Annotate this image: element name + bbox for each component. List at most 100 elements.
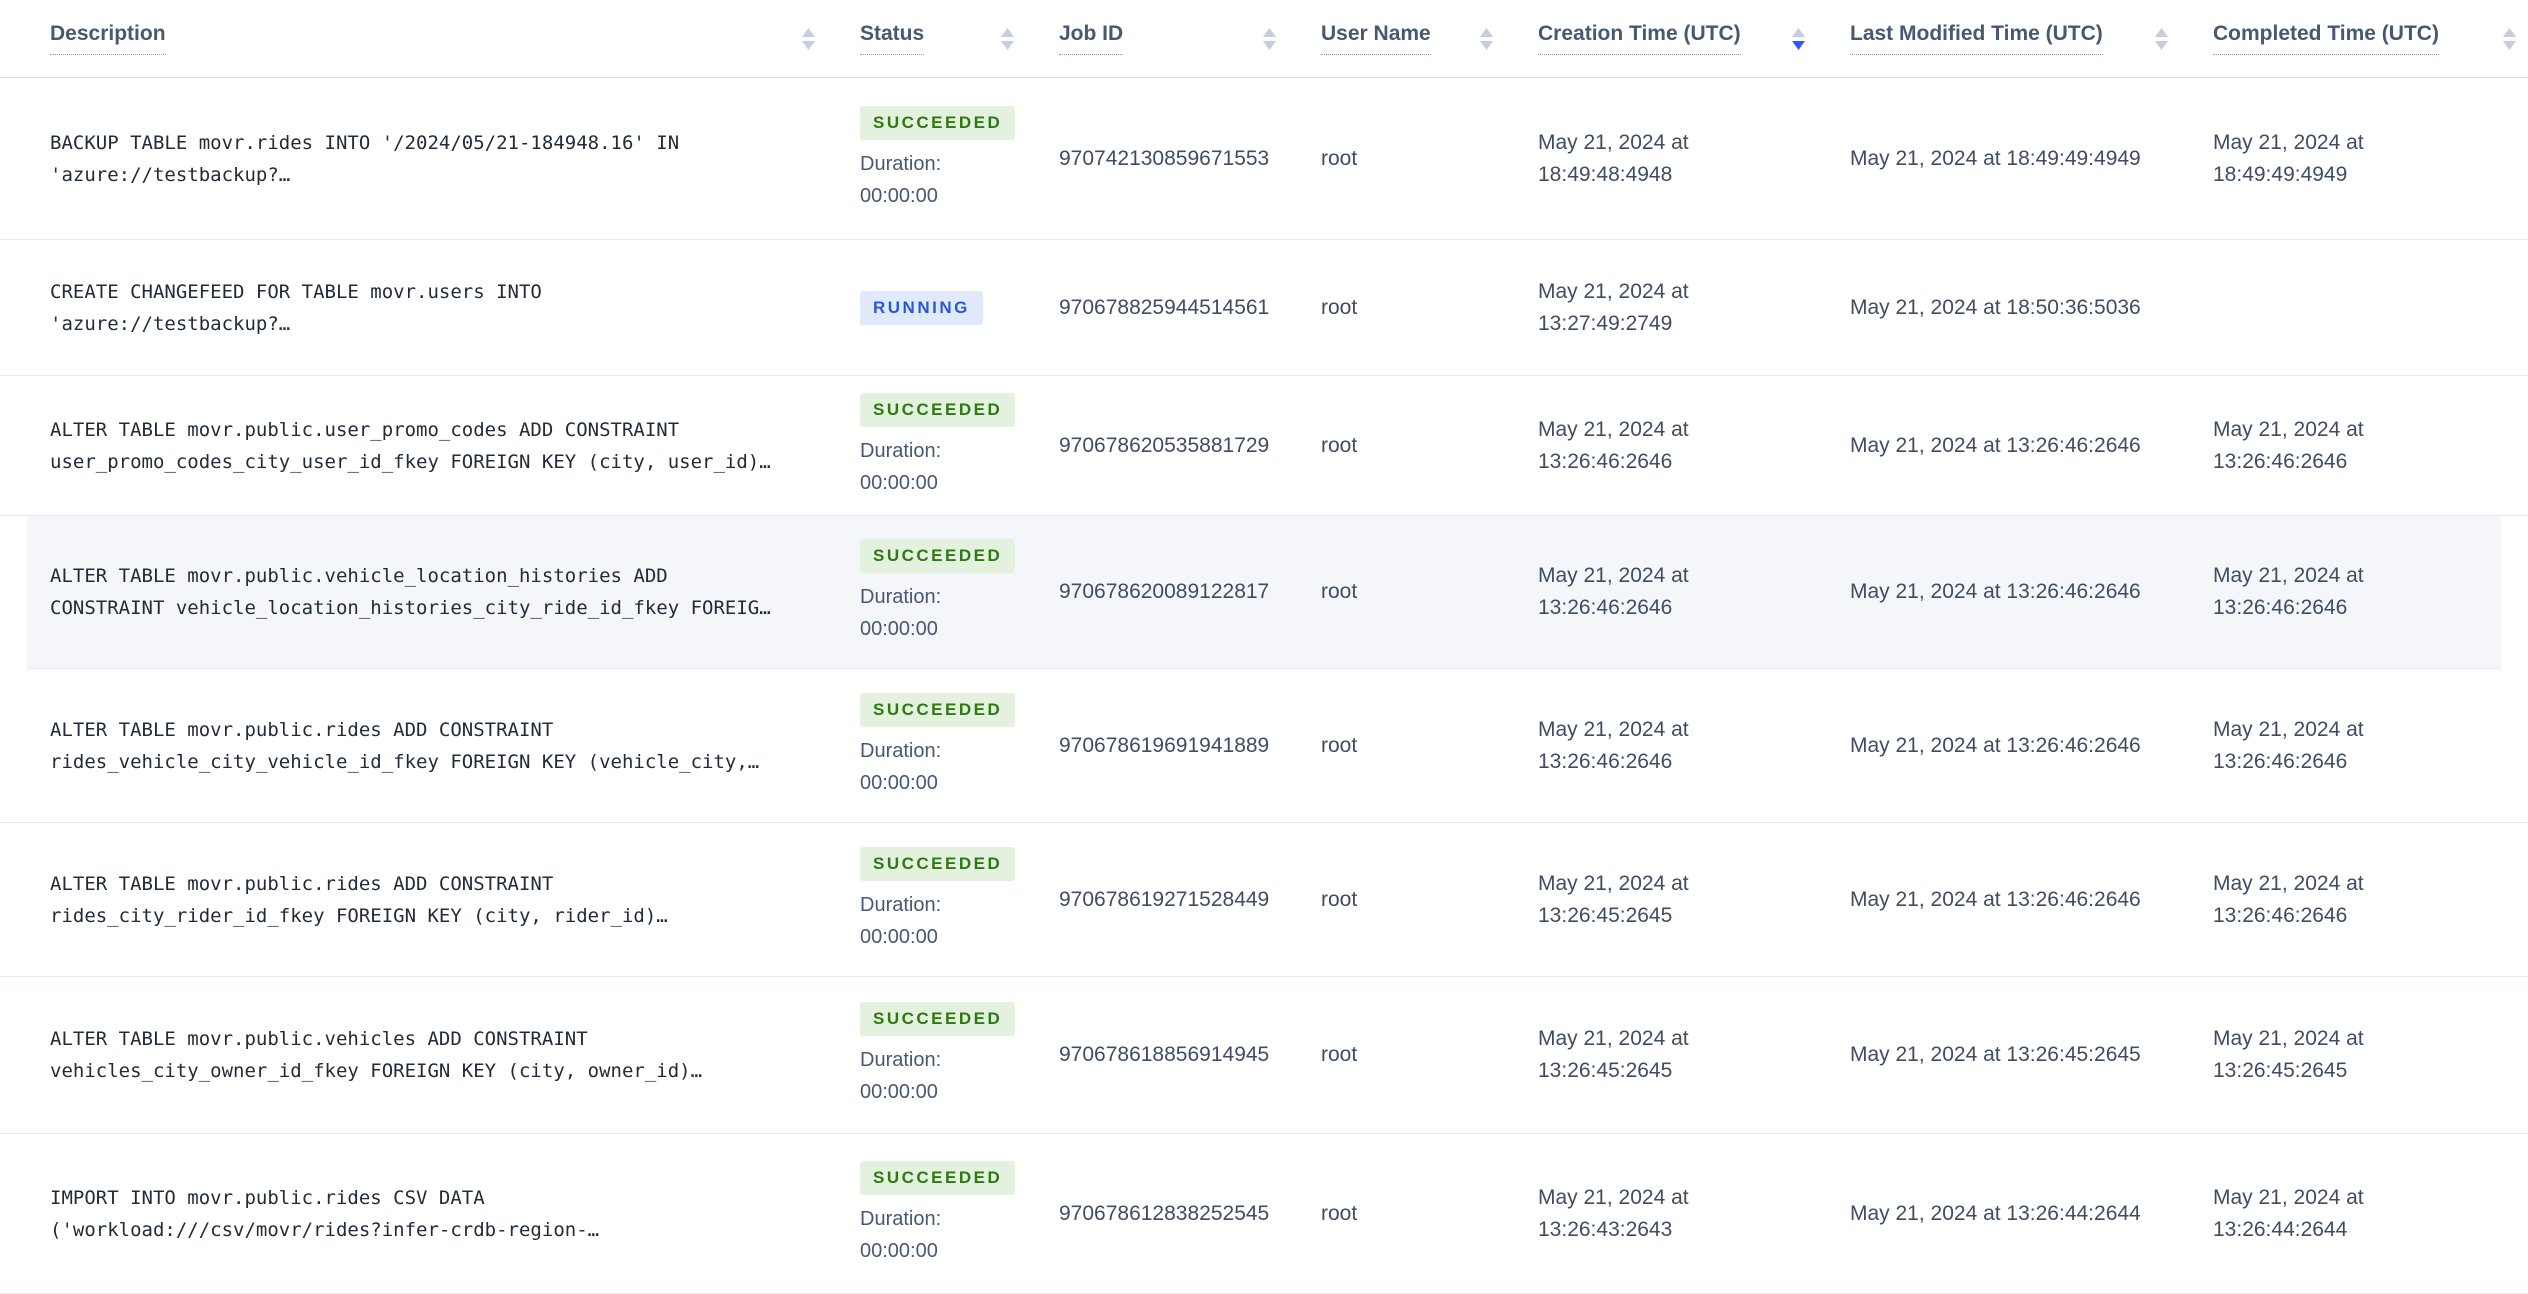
job-id: 970678619691941889 bbox=[1059, 733, 1270, 757]
duration-label: Duration: bbox=[860, 439, 942, 462]
user-name: root bbox=[1321, 1201, 1358, 1225]
column-header-jobid[interactable]: Job ID bbox=[1059, 0, 1321, 77]
creation-time-cell: May 21, 2024 at 13:26:45:2645 bbox=[1538, 1023, 1850, 1087]
job-description-line: ALTER TABLE movr.public.rides ADD CONSTR… bbox=[50, 718, 554, 741]
job-description-line: 'azure://testbackup?… bbox=[50, 163, 291, 186]
job-status-cell: SUCCEEDED Duration: 00:00:00 bbox=[860, 1160, 1059, 1267]
last-modified-time: May 21, 2024 at 13:26:44:2644 bbox=[1850, 1201, 2141, 1225]
completed-time-cell: May 21, 2024 at 13:26:46:2646 bbox=[2213, 868, 2528, 932]
job-status-cell: SUCCEEDED Duration: 00:00:00 bbox=[860, 539, 1059, 645]
creation-time-cell: May 21, 2024 at 13:26:46:2646 bbox=[1538, 560, 1850, 624]
user-name-cell: root bbox=[1321, 1198, 1538, 1230]
job-id-cell: 970678620089122817 bbox=[1059, 576, 1321, 608]
completed-time-cell: May 21, 2024 at 13:26:46:2646 bbox=[2213, 414, 2528, 478]
table-row: BACKUP TABLE movr.rides INTO '/2024/05/2… bbox=[0, 78, 2528, 240]
last-modified-time-cell: May 21, 2024 at 13:26:46:2646 bbox=[1850, 884, 2213, 916]
column-header-label: Creation Time (UTC) bbox=[1538, 22, 1741, 55]
status-badge: SUCCEEDED bbox=[860, 846, 1016, 881]
column-header-label: Description bbox=[50, 22, 166, 55]
column-header-label: Completed Time (UTC) bbox=[2213, 22, 2439, 55]
creation-time-cell: May 21, 2024 at 13:27:49:2749 bbox=[1538, 276, 1850, 340]
duration-label: Duration: bbox=[860, 1207, 942, 1230]
job-status-cell: SUCCEEDED Duration: 00:00:00 bbox=[860, 846, 1059, 953]
job-description-link[interactable]: BACKUP TABLE movr.rides INTO '/2024/05/2… bbox=[50, 127, 860, 191]
completed-time-cell: May 21, 2024 at 13:26:46:2646 bbox=[2213, 714, 2528, 778]
column-header-label: User Name bbox=[1321, 22, 1431, 55]
user-name: root bbox=[1321, 295, 1358, 319]
status-badge: SUCCEEDED bbox=[860, 392, 1016, 427]
user-name: root bbox=[1321, 733, 1358, 757]
table-row: ALTER TABLE movr.public.vehicle_location… bbox=[27, 516, 2501, 669]
last-modified-time-cell: May 21, 2024 at 18:50:36:5036 bbox=[1850, 292, 2213, 324]
user-name-cell: root bbox=[1321, 143, 1538, 175]
job-description-link[interactable]: ALTER TABLE movr.public.rides ADD CONSTR… bbox=[50, 868, 860, 932]
job-description-link[interactable]: ALTER TABLE movr.public.rides ADD CONSTR… bbox=[50, 714, 860, 778]
last-modified-time: May 21, 2024 at 13:26:45:2645 bbox=[1850, 1043, 2141, 1066]
last-modified-time-cell: May 21, 2024 at 13:26:45:2645 bbox=[1850, 1039, 2213, 1071]
job-description-link[interactable]: IMPORT INTO movr.public.rides CSV DATA ('… bbox=[50, 1182, 860, 1246]
job-description-line: rides_vehicle_city_vehicle_id_fkey FOREI… bbox=[50, 750, 760, 773]
job-description-line: CONSTRAINT vehicle_location_histories_ci… bbox=[50, 597, 771, 619]
last-modified-time-cell: May 21, 2024 at 13:26:46:2646 bbox=[1850, 576, 2213, 608]
job-id-cell: 970678618856914945 bbox=[1059, 1039, 1321, 1071]
status-badge: SUCCEEDED bbox=[860, 692, 1016, 727]
creation-time: May 21, 2024 at 13:26:46:2646 bbox=[1538, 417, 1689, 473]
user-name-cell: root bbox=[1321, 576, 1538, 608]
creation-time-cell: May 21, 2024 at 13:26:45:2645 bbox=[1538, 868, 1850, 932]
status-badge: SUCCEEDED bbox=[860, 1160, 1016, 1195]
sort-icon bbox=[2503, 27, 2516, 50]
user-name-cell: root bbox=[1321, 1039, 1538, 1071]
status-badge: SUCCEEDED bbox=[860, 1002, 1016, 1036]
column-header-status[interactable]: Status bbox=[860, 0, 1059, 77]
creation-time-cell: May 21, 2024 at 18:49:48:4948 bbox=[1538, 127, 1850, 191]
creation-time: May 21, 2024 at 13:26:43:2643 bbox=[1538, 1185, 1689, 1241]
job-id: 970678618856914945 bbox=[1059, 1043, 1270, 1066]
duration-value: 00:00:00 bbox=[860, 471, 938, 494]
job-id-cell: 970678825944514561 bbox=[1059, 292, 1321, 324]
creation-time-cell: May 21, 2024 at 13:26:46:2646 bbox=[1538, 714, 1850, 778]
job-description-line: ALTER TABLE movr.public.rides ADD CONSTR… bbox=[50, 872, 554, 895]
status-badge: SUCCEEDED bbox=[860, 105, 1016, 140]
status-badge: SUCCEEDED bbox=[860, 539, 1016, 573]
status-badge: RUNNING bbox=[860, 290, 983, 325]
last-modified-time: May 21, 2024 at 13:26:46:2646 bbox=[1850, 580, 2141, 603]
sort-icon bbox=[1263, 27, 1276, 50]
last-modified-time: May 21, 2024 at 18:50:36:5036 bbox=[1850, 295, 2141, 319]
job-description-link[interactable]: CREATE CHANGEFEED FOR TABLE movr.users I… bbox=[50, 276, 860, 340]
user-name-cell: root bbox=[1321, 730, 1538, 762]
column-header-completed[interactable]: Completed Time (UTC) bbox=[2213, 0, 2528, 77]
creation-time-cell: May 21, 2024 at 13:26:46:2646 bbox=[1538, 414, 1850, 478]
user-name-cell: root bbox=[1321, 430, 1538, 462]
job-description-line: ALTER TABLE movr.public.vehicles ADD CON… bbox=[50, 1028, 588, 1050]
job-description-line: vehicles_city_owner_id_fkey FOREIGN KEY … bbox=[50, 1060, 703, 1082]
user-name: root bbox=[1321, 580, 1358, 603]
completed-time: May 21, 2024 at 18:49:49:4949 bbox=[2213, 130, 2364, 186]
job-id: 970678620535881729 bbox=[1059, 433, 1270, 457]
job-description-line: ALTER TABLE movr.public.user_promo_codes… bbox=[50, 418, 680, 441]
job-description-link[interactable]: ALTER TABLE movr.public.user_promo_codes… bbox=[50, 414, 860, 478]
job-id-cell: 970678619271528449 bbox=[1059, 884, 1321, 916]
column-header-modified[interactable]: Last Modified Time (UTC) bbox=[1850, 0, 2213, 77]
creation-time: May 21, 2024 at 13:26:46:2646 bbox=[1538, 717, 1689, 773]
sort-icon bbox=[1792, 27, 1805, 50]
job-status-cell: RUNNING bbox=[860, 290, 1059, 325]
last-modified-time-cell: May 21, 2024 at 13:26:46:2646 bbox=[1850, 430, 2213, 462]
last-modified-time: May 21, 2024 at 13:26:46:2646 bbox=[1850, 887, 2141, 911]
duration-label: Duration: bbox=[860, 893, 942, 916]
last-modified-time-cell: May 21, 2024 at 13:26:44:2644 bbox=[1850, 1198, 2213, 1230]
job-description-link[interactable]: ALTER TABLE movr.public.vehicles ADD CON… bbox=[50, 1023, 860, 1087]
user-name: root bbox=[1321, 146, 1358, 170]
column-header-desc[interactable]: Description bbox=[50, 0, 860, 77]
job-id: 970678619271528449 bbox=[1059, 887, 1270, 911]
column-header-created[interactable]: Creation Time (UTC) bbox=[1538, 0, 1850, 77]
job-status-cell: SUCCEEDED Duration: 00:00:00 bbox=[860, 1002, 1059, 1108]
job-description-link[interactable]: ALTER TABLE movr.public.vehicle_location… bbox=[50, 560, 860, 624]
last-modified-time-cell: May 21, 2024 at 18:49:49:4949 bbox=[1850, 143, 2213, 175]
column-header-label: Last Modified Time (UTC) bbox=[1850, 22, 2103, 55]
completed-time: May 21, 2024 at 13:26:46:2646 bbox=[2213, 717, 2364, 773]
duration-label: Duration: bbox=[860, 739, 942, 762]
job-id: 970678612838252545 bbox=[1059, 1201, 1270, 1225]
duration-value: 00:00:00 bbox=[860, 184, 938, 207]
creation-time: May 21, 2024 at 13:26:46:2646 bbox=[1538, 564, 1689, 619]
column-header-user[interactable]: User Name bbox=[1321, 0, 1538, 77]
